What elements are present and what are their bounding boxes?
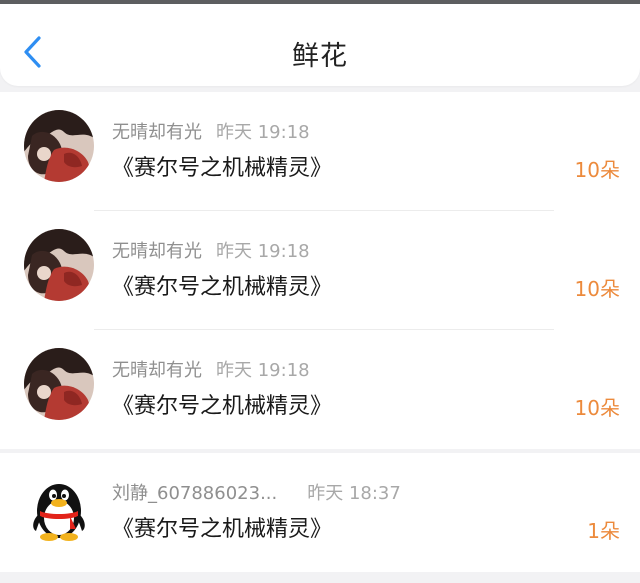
sender-line: 无晴却有光 昨天 19:18 — [112, 118, 310, 144]
photo-avatar[interactable] — [24, 229, 94, 301]
photo-avatar[interactable] — [24, 110, 94, 182]
list-item[interactable]: 无晴却有光 昨天 19:18 《赛尔号之机械精灵》 10朵 — [0, 330, 640, 449]
sender-line: 无晴却有光 昨天 19:18 — [112, 237, 310, 263]
timestamp: 昨天 19:18 — [216, 241, 310, 262]
flower-list: 无晴却有光 昨天 19:18 《赛尔号之机械精灵》 10朵 无晴却有光 昨天 19:… — [0, 92, 640, 572]
book-title[interactable]: 《赛尔号之机械精灵》 — [112, 388, 332, 420]
flower-count: 10朵 — [574, 396, 620, 420]
flower-count: 10朵 — [574, 158, 620, 182]
timestamp: 昨天 18:37 — [307, 483, 401, 504]
sender-name[interactable]: 无晴却有光 — [112, 360, 202, 381]
photo-avatar[interactable] — [24, 348, 94, 420]
flower-count: 10朵 — [574, 277, 620, 301]
header-bar: 鲜花 — [0, 4, 640, 86]
sender-name[interactable]: 无晴却有光 — [112, 122, 202, 143]
timestamp: 昨天 19:18 — [216, 122, 310, 143]
sender-name[interactable]: 无晴却有光 — [112, 241, 202, 262]
list-item[interactable]: 刘静_607886023... 昨天 18:37 《赛尔号之机械精灵》 1朵 — [0, 453, 640, 572]
list-item[interactable]: 无晴却有光 昨天 19:18 《赛尔号之机械精灵》 10朵 — [0, 211, 640, 330]
page-title: 鲜花 — [292, 41, 348, 72]
qq-penguin-icon[interactable] — [24, 471, 94, 543]
timestamp: 昨天 19:18 — [216, 360, 310, 381]
sender-line: 无晴却有光 昨天 19:18 — [112, 356, 310, 382]
list-item[interactable]: 无晴却有光 昨天 19:18 《赛尔号之机械精灵》 10朵 — [0, 92, 640, 211]
flower-count: 1朵 — [587, 519, 620, 543]
sender-line: 刘静_607886023... 昨天 18:37 — [112, 479, 401, 505]
book-title[interactable]: 《赛尔号之机械精灵》 — [112, 150, 332, 182]
sender-name[interactable]: 刘静_607886023... — [112, 483, 277, 504]
book-title[interactable]: 《赛尔号之机械精灵》 — [112, 511, 332, 543]
book-title[interactable]: 《赛尔号之机械精灵》 — [112, 269, 332, 301]
